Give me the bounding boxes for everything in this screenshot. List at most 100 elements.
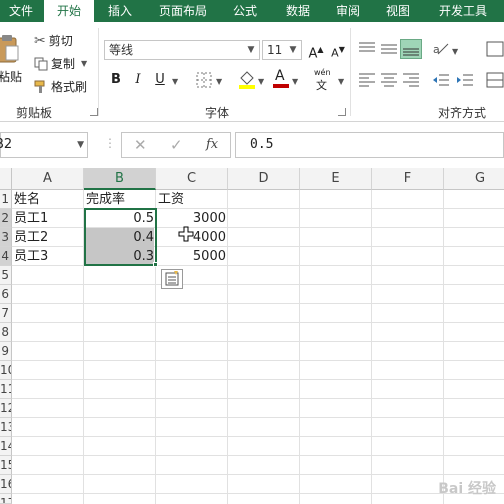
italic-button[interactable]: I <box>128 70 148 90</box>
align-top-icon[interactable] <box>358 41 376 57</box>
border-dropdown-icon[interactable]: ▼ <box>216 77 222 86</box>
enter-icon[interactable]: ✓ <box>170 133 183 157</box>
gridline <box>12 398 504 399</box>
row-header[interactable]: 16 <box>0 475 12 494</box>
row-header[interactable]: 5 <box>0 266 12 285</box>
cell-a1[interactable]: 姓名 <box>12 190 84 209</box>
row-header[interactable]: 13 <box>0 418 12 437</box>
cut-button[interactable]: ✂ 剪切 <box>34 32 73 49</box>
grow-font-button[interactable]: A▲ <box>306 40 326 61</box>
increase-indent-icon[interactable] <box>456 72 474 88</box>
tab-review[interactable]: 审阅 <box>328 0 368 22</box>
chevron-down-icon: ▼ <box>289 45 297 55</box>
wrap-text-icon[interactable] <box>486 41 504 57</box>
row-header[interactable]: 10 <box>0 361 12 380</box>
tab-page-layout[interactable]: 页面布局 <box>150 0 216 22</box>
align-center-icon[interactable] <box>380 72 398 88</box>
tab-home[interactable]: 开始 <box>44 0 94 23</box>
copy-dropdown-icon[interactable]: ▼ <box>81 59 87 68</box>
cell-b1[interactable]: 完成率 <box>84 190 156 209</box>
row-header[interactable]: 9 <box>0 342 12 361</box>
column-header-d[interactable]: D <box>228 168 300 190</box>
column-header-c[interactable]: C <box>156 168 228 190</box>
fill-color-icon[interactable] <box>238 70 256 90</box>
select-all-corner[interactable] <box>0 168 12 190</box>
font-size-combo[interactable]: 11 ▼ <box>262 40 302 60</box>
merge-center-icon[interactable] <box>486 72 504 88</box>
cell-a2[interactable]: 员工1 <box>12 209 84 228</box>
row-header[interactable]: 14 <box>0 437 12 456</box>
gridline <box>12 360 504 361</box>
column-header-e[interactable]: E <box>300 168 372 190</box>
formula-bar: B2 ▼ ⋮ ✕ ✓ fx 0.5 <box>0 130 504 160</box>
cell-c4[interactable]: 5000 <box>156 247 228 266</box>
tab-developer[interactable]: 开发工具 <box>428 0 498 22</box>
cell-a3[interactable]: 员工2 <box>12 228 84 247</box>
font-color-dropdown-icon[interactable]: ▼ <box>292 77 298 86</box>
insert-function-icon[interactable]: fx <box>206 133 218 157</box>
quick-analysis-icon <box>165 271 179 286</box>
orientation-dropdown-icon[interactable]: ▼ <box>452 47 458 56</box>
row-header[interactable]: 4 <box>0 247 12 266</box>
cell-b4[interactable]: 0.3 <box>84 247 156 266</box>
shrink-font-button[interactable]: A▼ <box>328 40 348 60</box>
tab-insert[interactable]: 插入 <box>100 0 140 22</box>
row-header[interactable]: 6 <box>0 285 12 304</box>
font-color-bar <box>273 84 289 88</box>
orientation-icon[interactable]: a <box>432 40 450 58</box>
ribbon: 粘贴 ✂ 剪切 复制 ▼ 格式刷 剪贴板 等线 ▼ 11 ▼ A▲ A▼ B I… <box>0 22 504 122</box>
row-header[interactable]: 17 <box>0 494 12 504</box>
font-launcher-icon[interactable] <box>338 108 346 116</box>
phonetic-dropdown-icon[interactable]: ▼ <box>338 77 344 86</box>
align-middle-icon[interactable] <box>380 41 398 57</box>
paste-button[interactable]: 粘贴 <box>0 30 26 86</box>
tab-data[interactable]: 数据 <box>278 0 318 22</box>
underline-dropdown-icon[interactable]: ▼ <box>172 77 178 86</box>
font-group-label: 字体 <box>205 106 230 120</box>
align-left-icon[interactable] <box>358 72 376 88</box>
bold-label: B <box>111 72 121 87</box>
row-header[interactable]: 2 <box>0 209 12 228</box>
column-header-g[interactable]: G <box>444 168 504 190</box>
border-icon[interactable] <box>196 72 212 88</box>
row-header[interactable]: 12 <box>0 399 12 418</box>
cancel-icon[interactable]: ✕ <box>134 133 147 157</box>
phonetic-char: 文 <box>316 79 327 92</box>
row-header[interactable]: 15 <box>0 456 12 475</box>
tab-file[interactable]: 文件 <box>0 0 42 22</box>
column-header-b[interactable]: B <box>84 168 156 190</box>
name-box-value: B2 <box>0 137 13 152</box>
format-painter-button[interactable]: 格式刷 <box>34 78 87 95</box>
cell-a4[interactable]: 员工3 <box>12 247 84 266</box>
font-size-value: 11 <box>267 43 283 57</box>
name-box[interactable]: B2 ▼ <box>0 132 88 158</box>
font-name-combo[interactable]: 等线 ▼ <box>104 40 260 60</box>
column-header-f[interactable]: F <box>372 168 444 190</box>
worksheet-grid[interactable]: A B C D E F G 1 2 3 4 5 6 7 8 9 10 11 12… <box>0 168 504 504</box>
row-header[interactable]: 3 <box>0 228 12 247</box>
row-header[interactable]: 8 <box>0 323 12 342</box>
copy-button[interactable]: 复制 ▼ <box>34 55 87 72</box>
fill-color-dropdown-icon[interactable]: ▼ <box>258 77 264 86</box>
font-color-button[interactable]: A <box>272 68 290 90</box>
cell-b2[interactable]: 0.5 <box>84 209 156 228</box>
align-bottom-button[interactable] <box>400 39 422 59</box>
bold-button[interactable]: B <box>106 70 126 90</box>
tab-formulas[interactable]: 公式 <box>224 0 266 22</box>
cell-b3[interactable]: 0.4 <box>84 228 156 247</box>
formula-input[interactable]: 0.5 <box>235 132 504 158</box>
row-header[interactable]: 7 <box>0 304 12 323</box>
clipboard-launcher-icon[interactable] <box>90 108 98 116</box>
phonetic-button[interactable]: wén 文 <box>312 68 336 92</box>
quick-analysis-button[interactable] <box>161 269 183 289</box>
align-right-icon[interactable] <box>402 72 420 88</box>
tab-view[interactable]: 视图 <box>378 0 418 22</box>
formula-value: 0.5 <box>250 137 274 152</box>
group-divider <box>98 28 99 116</box>
row-header[interactable]: 1 <box>0 190 12 209</box>
underline-button[interactable]: U <box>150 70 170 90</box>
cell-c1[interactable]: 工资 <box>156 190 228 209</box>
decrease-indent-icon[interactable] <box>432 72 450 88</box>
row-header[interactable]: 11 <box>0 380 12 399</box>
column-header-a[interactable]: A <box>12 168 84 190</box>
